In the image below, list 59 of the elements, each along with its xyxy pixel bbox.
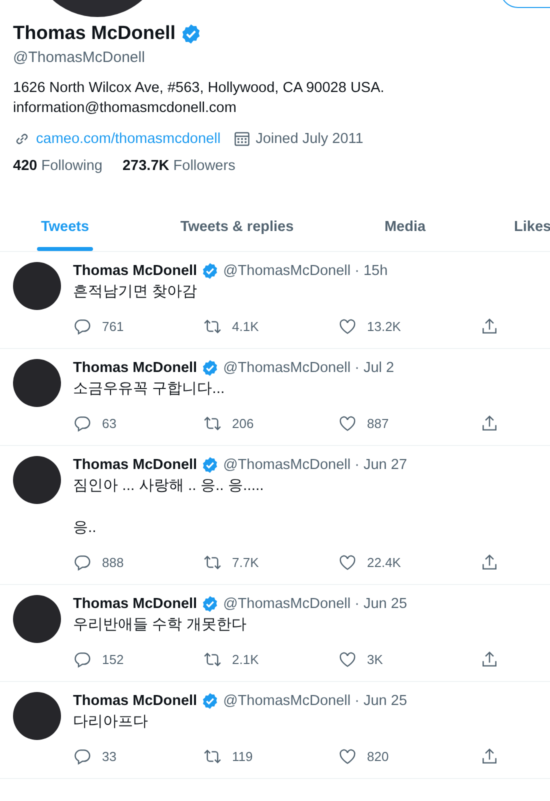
tweet-text: 우리반애들 수학 개못한다 [73,615,248,635]
heart-icon[interactable] [338,650,357,668]
author-name[interactable]: Thomas McDonell [73,693,198,709]
retweet-count: 4.1K [232,318,259,334]
author-name[interactable]: Thomas McDonell [73,457,198,473]
reply-count: 761 [102,318,124,334]
profile-name: Thomas McDonell [13,23,176,45]
heart-icon[interactable] [338,316,357,336]
profile-tab[interactable]: Tweets & replies [130,202,344,251]
tweet-meta: @ThomasMcDonell · Jun 25 [223,693,408,709]
reply-count: 33 [102,748,116,764]
reply-icon[interactable] [73,650,92,668]
tweet-text: 다리아프다 [73,712,149,732]
like-count: 887 [367,416,389,430]
tweet-meta: @ThomasMcDonell · Jun 27 [223,457,408,473]
like-count: 3K [367,652,383,666]
retweet-count: 206 [232,416,254,430]
reply-count: 63 [102,416,116,430]
share-icon[interactable] [480,746,499,766]
author-name[interactable]: Thomas McDonell [73,360,198,376]
heart-icon[interactable] [338,746,357,766]
tweet-meta: @ThomasMcDonell · Jun 25 [223,596,408,612]
share-icon[interactable] [480,414,499,432]
profile-tab[interactable]: Media [344,202,466,251]
retweet-count: 119 [232,748,253,764]
share-icon[interactable] [480,650,499,668]
following-count[interactable]: 420 Following [13,158,102,174]
profile-handle: @ThomasMcDonell [13,49,146,66]
heart-icon[interactable] [338,414,357,432]
calendar-icon [232,130,251,148]
share-icon[interactable] [480,552,499,572]
tweet-meta: @ThomasMcDonell · Jul 2 [223,360,394,376]
heart-icon[interactable] [338,552,357,572]
tweet-meta: @ThomasMcDonell · 15h [223,263,388,279]
retweet-count: 7.7K [232,554,259,570]
avatar[interactable] [13,692,61,740]
like-count: 13.2K [367,318,401,334]
reply-count: 888 [102,554,124,570]
retweet-count: 2.1K [232,652,259,666]
author-name[interactable]: Thomas McDonell [73,263,198,279]
followers-count[interactable]: 273.7K Followers [122,158,236,174]
reply-count: 152 [102,652,124,666]
tweet-text: 흔적남기면 찾아감 [73,282,198,302]
reply-icon[interactable] [73,414,92,432]
avatar[interactable] [13,262,61,310]
tweet-text: 짐인아 ... 사랑해 .. 응.. 응..... 응.. [73,476,265,538]
like-count: 820 [367,748,389,764]
share-icon[interactable] [480,316,499,336]
reply-icon[interactable] [73,552,92,572]
tweet-text: 소금우유꼭 구합니다... [73,379,226,399]
reply-icon[interactable] [73,746,92,766]
joined-date: Joined July 2011 [256,131,364,147]
profile-bio: 1626 North Wilcox Ave, #563, Hollywood, CA 90028 USA. information@thomasmcdonell.com [13,79,386,118]
reply-icon[interactable] [73,316,92,336]
like-count: 22.4K [367,554,401,570]
author-name[interactable]: Thomas McDonell [73,596,198,612]
avatar[interactable] [13,359,61,407]
avatar[interactable] [13,595,61,643]
avatar[interactable] [13,456,61,504]
